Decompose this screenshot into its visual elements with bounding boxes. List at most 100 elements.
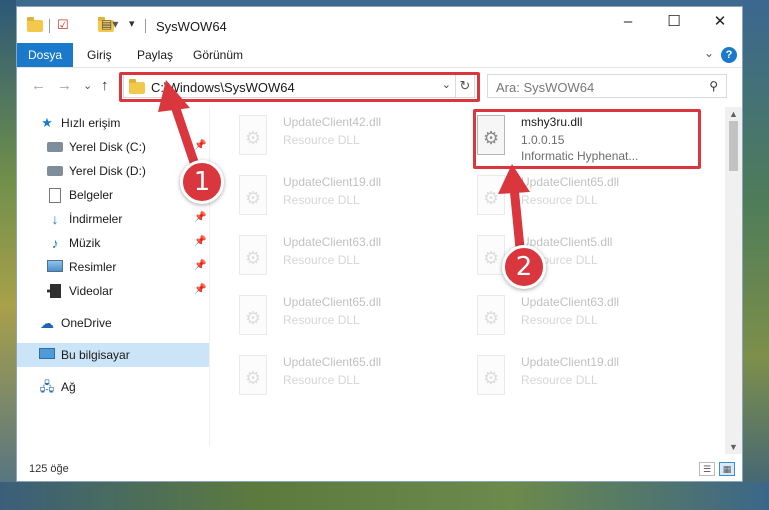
computer-icon xyxy=(39,348,55,362)
list-item[interactable]: ⚙ UpdateClient63.dll Resource DLL xyxy=(225,231,455,287)
dll-file-icon: ⚙ xyxy=(237,355,271,397)
close-button[interactable]: ✕ xyxy=(697,7,743,37)
document-icon xyxy=(47,188,63,203)
details-view-icon[interactable]: ☰ xyxy=(699,462,715,476)
pane-splitter[interactable] xyxy=(209,107,210,447)
sidebar-item-label: Müzik xyxy=(69,236,101,250)
file-type: Resource DLL xyxy=(283,133,360,147)
sidebar-item-videos[interactable]: Videolar 📌 xyxy=(17,279,209,303)
sidebar-item-local-disk-c[interactable]: Yerel Disk (C:) 📌 xyxy=(17,135,209,159)
file-type: Resource DLL xyxy=(283,253,360,267)
navigation-bar: ← → ⌄ ↑ C:\Windows\SysWOW64 ⌄ ↻ Ara: Sys… xyxy=(17,67,742,103)
sidebar-item-pictures[interactable]: Resimler 📌 xyxy=(17,255,209,279)
pin-icon[interactable]: 📌 xyxy=(194,284,206,295)
sidebar-item-downloads[interactable]: ↓ İndirmeler 📌 xyxy=(17,207,209,231)
download-icon: ↓ xyxy=(51,211,59,227)
customize-toolbar-icon[interactable]: ▤▾ xyxy=(101,17,118,33)
ribbon-tabs: Dosya Giriş Paylaş Görünüm ⌄ ? xyxy=(17,43,742,67)
file-type: Resource DLL xyxy=(521,193,598,207)
minimize-button[interactable]: – xyxy=(605,7,651,37)
expand-ribbon-icon[interactable]: ⌄ xyxy=(704,46,714,60)
search-box[interactable]: Ara: SysWOW64 ⚲ xyxy=(487,74,727,98)
list-item[interactable]: ⚙ UpdateClient63.dll Resource DLL xyxy=(463,291,693,347)
sidebar-item-music[interactable]: ♪ Müzik 📌 xyxy=(17,231,209,255)
sidebar-item-network[interactable]: 🖧 Ağ xyxy=(17,375,209,399)
file-name: UpdateClient63.dll xyxy=(521,295,620,309)
file-explorer-window: ☑ ▤▾ ▾ SysWOW64 – ☐ ✕ Dosya Giriş Paylaş… xyxy=(16,6,743,482)
window-title: SysWOW64 xyxy=(156,19,227,34)
dll-file-icon: ⚙ xyxy=(237,175,271,217)
sidebar-item-label: Yerel Disk (D:) xyxy=(69,164,146,178)
desktop-background-left xyxy=(0,0,16,510)
scroll-down-icon[interactable]: ▼ xyxy=(725,442,742,452)
video-icon xyxy=(47,284,63,298)
desktop-background-bottom xyxy=(0,482,769,510)
file-highlight-box xyxy=(473,109,701,169)
file-name: UpdateClient65.dll xyxy=(283,355,382,369)
recent-locations-icon[interactable]: ⌄ xyxy=(83,79,92,92)
search-icon[interactable]: ⚲ xyxy=(709,79,718,93)
file-type: Resource DLL xyxy=(283,313,360,327)
help-icon[interactable]: ? xyxy=(721,47,737,63)
sidebar-item-onedrive[interactable]: ☁ OneDrive xyxy=(17,311,209,335)
sidebar-item-this-pc[interactable]: Bu bilgisayar xyxy=(17,343,209,367)
vertical-scrollbar[interactable]: ▲ ▼ xyxy=(725,107,742,454)
list-item[interactable]: ⚙ UpdateClient19.dll Resource DLL xyxy=(463,351,693,407)
pin-icon[interactable]: 📌 xyxy=(194,212,206,223)
tab-view[interactable]: Görünüm xyxy=(183,43,253,67)
list-item[interactable]: ⚙ UpdateClient65.dll Resource DLL xyxy=(225,291,455,347)
scroll-up-icon[interactable]: ▲ xyxy=(725,109,742,119)
file-name: UpdateClient63.dll xyxy=(283,235,382,249)
sidebar-item-label: Hızlı erişim xyxy=(61,116,121,130)
back-arrow-icon[interactable]: ← xyxy=(31,77,46,94)
network-icon: 🖧 xyxy=(39,379,55,394)
chevron-down-icon[interactable]: ▾ xyxy=(129,17,135,33)
sidebar-item-quick-access[interactable]: ★ Hızlı erişim xyxy=(17,111,209,135)
file-list: ⚙ UpdateClient42.dll Resource DLL ⚙ mshy… xyxy=(217,107,725,452)
address-highlight-box xyxy=(119,72,480,102)
picture-icon xyxy=(47,260,63,274)
file-name: UpdateClient65.dll xyxy=(521,175,620,189)
list-item[interactable]: ⚙ UpdateClient65.dll Resource DLL xyxy=(225,351,455,407)
music-icon: ♪ xyxy=(51,235,59,251)
file-name: UpdateClient19.dll xyxy=(283,175,382,189)
file-name: UpdateClient42.dll xyxy=(283,115,382,129)
divider xyxy=(145,19,146,33)
search-input[interactable]: Ara: SysWOW64 xyxy=(496,80,594,95)
dll-file-icon: ⚙ xyxy=(475,355,509,397)
pin-icon[interactable]: 📌 xyxy=(194,260,206,271)
divider xyxy=(49,19,50,33)
forward-arrow-icon[interactable]: → xyxy=(57,77,72,94)
tab-home[interactable]: Giriş xyxy=(77,43,122,67)
cloud-icon: ☁ xyxy=(40,315,54,331)
file-type: Resource DLL xyxy=(521,313,598,327)
star-icon: ★ xyxy=(41,115,53,130)
sidebar-item-label: İndirmeler xyxy=(69,212,123,226)
large-icons-view-icon[interactable]: ▦ xyxy=(719,462,735,476)
up-arrow-icon[interactable]: ↑ xyxy=(101,77,109,94)
list-item[interactable]: ⚙ UpdateClient65.dll Resource DLL xyxy=(463,171,693,227)
tab-file[interactable]: Dosya xyxy=(17,43,73,67)
sidebar-item-label: Resimler xyxy=(69,260,117,274)
folder-icon xyxy=(27,17,43,32)
list-item[interactable]: ⚙ UpdateClient19.dll Resource DLL xyxy=(225,171,455,227)
scrollbar-thumb[interactable] xyxy=(729,121,738,171)
dll-file-icon: ⚙ xyxy=(475,295,509,337)
file-type: Resource DLL xyxy=(283,373,360,387)
file-name: UpdateClient65.dll xyxy=(283,295,382,309)
list-item[interactable]: ⚙ UpdateClient5.dll Resource DLL xyxy=(463,231,693,287)
maximize-button[interactable]: ☐ xyxy=(651,7,697,37)
dll-file-icon: ⚙ xyxy=(237,115,271,157)
desktop-background-right xyxy=(743,0,769,510)
pin-icon[interactable]: 📌 xyxy=(194,236,206,247)
drive-icon xyxy=(47,140,63,154)
tab-share[interactable]: Paylaş xyxy=(127,43,183,67)
pin-icon[interactable]: 📌 xyxy=(194,140,206,151)
properties-icon[interactable]: ☑ xyxy=(57,17,69,33)
drive-icon xyxy=(47,164,63,178)
title-bar: ☑ ▤▾ ▾ SysWOW64 – ☐ ✕ xyxy=(17,7,742,43)
file-type: Resource DLL xyxy=(283,193,360,207)
list-item[interactable]: ⚙ UpdateClient42.dll Resource DLL xyxy=(225,111,455,167)
navigation-pane: ★ Hızlı erişim Yerel Disk (C:) 📌 Yerel D… xyxy=(17,107,217,447)
dll-file-icon: ⚙ xyxy=(237,295,271,337)
